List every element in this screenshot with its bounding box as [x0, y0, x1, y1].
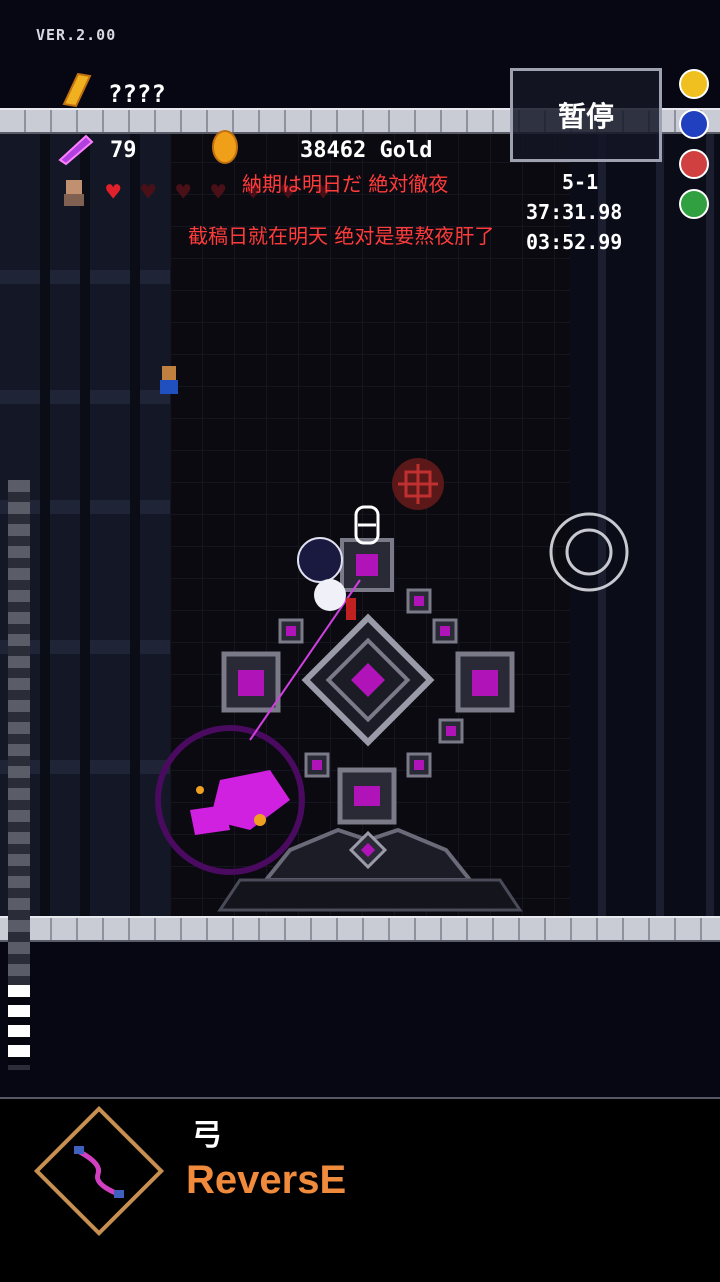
- gold-counter: 38462 Gold: [300, 138, 433, 163]
- dialogue-japanese: 納期は明日だ 絶対徹夜: [242, 172, 449, 196]
- golden-arrow-icon: [62, 72, 92, 108]
- spike-column: [8, 480, 30, 1070]
- spike-column-bottom: [8, 985, 30, 1065]
- stage-time: 03:52.99: [526, 230, 623, 254]
- aim-joystick-ring[interactable]: [548, 511, 630, 593]
- red-target-icon[interactable]: [679, 149, 709, 179]
- green-triangle-icon[interactable]: [679, 189, 709, 219]
- heart-empty-icon: ♥: [211, 178, 226, 206]
- arrow-count: 79: [110, 138, 137, 163]
- gold-coin-icon: [212, 130, 238, 164]
- item-slot[interactable]: [32, 1104, 166, 1238]
- arrow-ammo-icon: [58, 134, 94, 166]
- gold-medal-icon[interactable]: [679, 69, 709, 99]
- npc-companion: [160, 366, 178, 394]
- heart-empty-icon: ♥: [141, 178, 156, 206]
- heart-empty-icon: ♥: [176, 178, 191, 206]
- item-type-label: 弓: [192, 1118, 222, 1153]
- pause-button[interactable]: 暂停: [510, 68, 662, 162]
- version-label: VER.2.00: [36, 26, 117, 44]
- stage-label: 5-1: [562, 170, 599, 194]
- total-time: 37:31.98: [526, 200, 623, 224]
- dialogue-chinese: 截稿日就在明天 绝对是要熬夜肝了: [188, 224, 495, 248]
- boss-core-icon: [354, 505, 380, 545]
- target-marker-icon: [392, 458, 444, 510]
- blue-gem-icon[interactable]: [679, 109, 709, 139]
- item-name: ReversE: [186, 1158, 347, 1202]
- weapon-name: ????: [108, 80, 166, 108]
- heart-full-icon: ♥: [106, 178, 121, 206]
- player-portrait-icon: [64, 180, 84, 206]
